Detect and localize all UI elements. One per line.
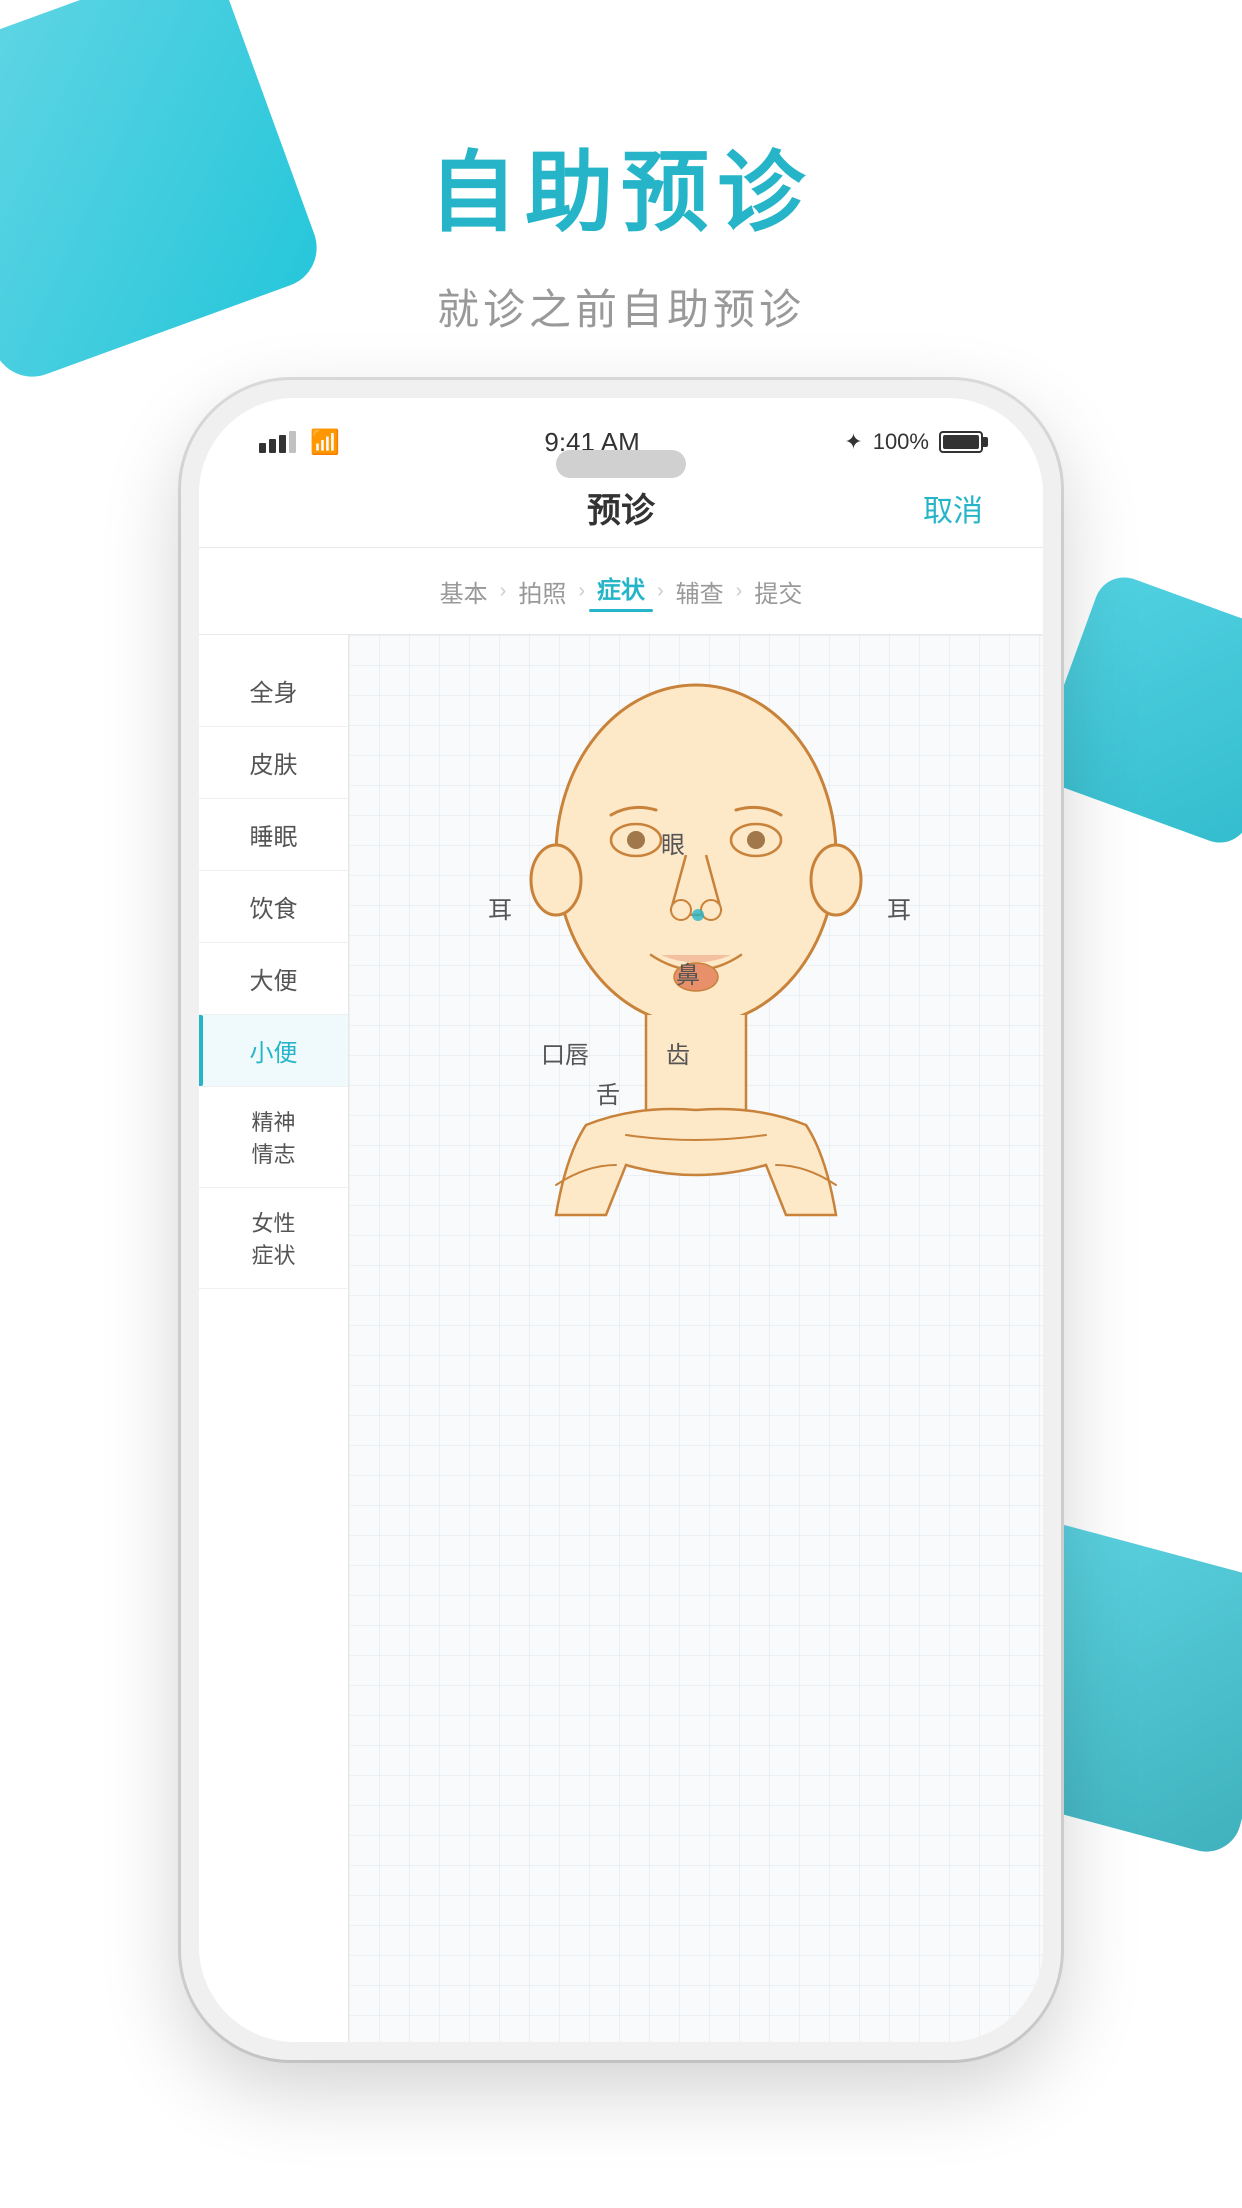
sidebar-item-dabian[interactable]: 大便 [199,943,348,1015]
sidebar-label-yinshi: 饮食 [250,896,298,923]
nav-title: 预诊 [587,483,655,532]
label-mouth[interactable]: 口唇 [541,1035,589,1070]
sidebar-item-nvxing[interactable]: 女性 症状 [199,1188,348,1289]
sidebar-label-jingshen: 精神 情志 [251,1110,295,1167]
step-arrow-1: › [500,580,507,603]
step-label-submit: 提交 [746,574,810,609]
bluetooth-icon: ✦ [844,429,862,455]
label-ear-left[interactable]: 耳 [488,890,512,925]
page-subtitle: 就诊之前自助预诊 [0,276,1242,337]
step-item-symptoms[interactable]: 症状 [589,570,653,612]
bg-decoration-rightmid [1031,569,1242,851]
signal-bar-2 [269,439,276,453]
sidebar-active-indicator [199,1015,203,1086]
page-main-title: 自助预诊 [0,140,1242,246]
step-arrow-2: › [578,580,585,603]
step-label-basic: 基本 [432,574,496,609]
sidebar-item-pifu[interactable]: 皮肤 [199,727,348,799]
step-active-indicator [589,609,653,612]
header-section: 自助预诊 就诊之前自助预诊 [0,0,1242,337]
phone-outer-frame: 📶 9:41 AM ✦ 100% 预诊 取消 [181,380,1061,2060]
battery-fill [943,435,979,449]
sidebar-item-jingshen[interactable]: 精神 情志 [199,1087,348,1188]
step-item-basic[interactable]: 基本 [432,574,496,609]
status-left: 📶 [259,428,340,457]
sidebar-item-quanshen[interactable]: 全身 [199,655,348,727]
step-bar: 基本 › 拍照 › 症状 › [199,548,1043,635]
body-diagram[interactable]: 眼 耳 耳 鼻 口唇 [349,635,1043,2042]
phone-mockup: 📶 9:41 AM ✦ 100% 预诊 取消 [181,380,1061,2060]
step-label-exam: 辅查 [668,574,732,609]
sidebar-label-nvxing: 女性 症状 [251,1211,295,1268]
step-item-exam[interactable]: 辅查 [668,574,732,609]
step-arrow-4: › [736,580,743,603]
sidebar-item-yinshi[interactable]: 饮食 [199,871,348,943]
sidebar-label-pifu: 皮肤 [250,752,298,779]
signal-bar-3 [279,435,286,453]
phone-screen: 📶 9:41 AM ✦ 100% 预诊 取消 [199,398,1043,2042]
label-tongue[interactable]: 舌 [596,1075,620,1110]
signal-icon [259,431,296,453]
label-nose[interactable]: 鼻 [676,955,700,990]
cancel-button[interactable]: 取消 [923,486,983,530]
step-arrow-3: › [657,580,664,603]
status-right: ✦ 100% [844,429,983,455]
battery-percent: 100% [873,429,929,455]
content-area: 全身 皮肤 睡眠 饮食 大便 小便 [199,635,1043,2042]
face-illustration: 眼 耳 耳 鼻 口唇 [446,655,946,1375]
sidebar-label-xiaobian: 小便 [250,1040,298,1067]
step-label-photo: 拍照 [510,574,574,609]
signal-bar-1 [259,443,266,453]
sidebar-item-shuimian[interactable]: 睡眠 [199,799,348,871]
phone-speaker [556,450,686,478]
signal-bar-4 [289,431,296,453]
sidebar-label-dabian: 大便 [250,968,298,995]
label-ear-right[interactable]: 耳 [887,890,911,925]
label-eye[interactable]: 眼 [661,825,685,860]
sidebar-item-xiaobian[interactable]: 小便 [199,1015,348,1087]
step-item-submit[interactable]: 提交 [746,574,810,609]
step-item-photo[interactable]: 拍照 [510,574,574,609]
label-teeth[interactable]: 齿 [666,1035,690,1070]
sidebar-label-quanshen: 全身 [250,680,298,707]
battery-icon [939,431,983,453]
nav-bar: 预诊 取消 [199,468,1043,548]
step-label-symptoms: 症状 [589,570,653,605]
sidebar-label-shuimian: 睡眠 [250,824,298,851]
left-sidebar: 全身 皮肤 睡眠 饮食 大便 小便 [199,635,349,2042]
wifi-icon: 📶 [310,428,340,457]
